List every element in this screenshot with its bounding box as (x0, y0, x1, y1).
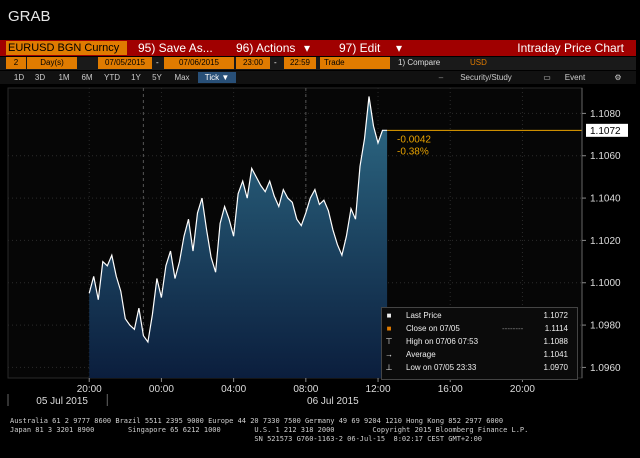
close-swatch-icon: ■ (386, 324, 392, 333)
timeframe-ytd[interactable]: YTD (100, 72, 124, 83)
chart-legend: ■ Last Price 1.1072 ■ Close on 07/05 ---… (381, 307, 578, 380)
legend-close[interactable]: ■ Close on 07/05 -------- 1.1114 (384, 323, 574, 335)
chevron-down-icon: ▾ (304, 41, 311, 55)
date-range-bar (0, 57, 636, 70)
change-absolute: -0.0042 (397, 134, 431, 145)
edit-menu[interactable]: 97) Edit (339, 40, 380, 56)
chevron-down-icon: ▾ (396, 41, 403, 55)
timeframe-6m[interactable]: 6M (77, 72, 97, 83)
x-tick-label: 16:00 (438, 384, 463, 395)
field-select[interactable]: Trade (320, 57, 390, 69)
date-separator: - (156, 58, 159, 67)
legend-high[interactable]: ⊤ High on 07/06 07:53 1.1088 (384, 336, 574, 348)
zoom-out-icon[interactable]: – (436, 72, 446, 83)
x-tick-label: 20:00 (510, 384, 535, 395)
event-icon[interactable]: ▭ (542, 72, 552, 83)
x-axis: 20:00 00:00 04:00 08:00 12:00 16:00 20:0005 Ju… (7, 378, 535, 407)
average-marker-icon: → (385, 350, 393, 359)
x-tick-label: 12:00 (366, 384, 391, 395)
x-tick-label: 08:00 (293, 384, 318, 395)
high-marker-icon: ⊤ (385, 337, 393, 346)
timeframe-3d[interactable]: 3D (31, 72, 49, 83)
security-study-button[interactable]: Security/Study (453, 72, 519, 83)
footer-line: Japan 81 3 3201 8900 Singapore 65 6212 1… (10, 426, 529, 434)
last-price-swatch-icon: ■ (386, 311, 392, 320)
legend-low[interactable]: ⊥ Low on 07/05 23:33 1.0970 (384, 362, 574, 374)
days-input[interactable]: 2 (6, 57, 26, 69)
tick-select[interactable]: Tick ▼ (198, 72, 236, 83)
last-price-tag-label: 1.1072 (590, 126, 621, 137)
start-time-input[interactable]: 23:00 (236, 57, 270, 69)
save-as-button[interactable]: 95) Save As... (138, 40, 213, 56)
start-date-input[interactable]: 07/05/2015 (98, 57, 152, 69)
event-button[interactable]: Event (560, 72, 590, 83)
chart-name: Intraday Price Chart (517, 41, 624, 55)
actions-menu[interactable]: 96) Actions (236, 40, 295, 56)
y-tick-label: 1.1000 (590, 278, 621, 289)
x-tick-label: 20:00 (77, 384, 102, 395)
currency-label: USD (470, 58, 487, 67)
end-date-input[interactable]: 07/06/2015 (164, 57, 234, 69)
settings-icon[interactable]: ⚙ (612, 72, 624, 83)
ticker-field[interactable]: EURUSD BGN Curncy (6, 41, 127, 55)
change-percent: -0.38% (397, 146, 429, 157)
y-tick-label: 1.1080 (590, 109, 621, 120)
x-date-label: 05 Jul 2015 (36, 396, 88, 407)
timeframe-1d[interactable]: 1D (10, 72, 28, 83)
footer-contacts: Australia 61 2 9777 8600 Brazil 5511 239… (10, 417, 528, 444)
footer-line: Australia 61 2 9777 8600 Brazil 5511 239… (10, 417, 504, 425)
y-tick-label: 1.1020 (590, 236, 621, 247)
x-tick-label: 04:00 (221, 384, 246, 395)
footer-line: SN 521573 G760-1163-2 06-Jul-15 8:02:17 … (10, 435, 483, 443)
days-unit-select[interactable]: Day(s) (27, 57, 77, 69)
y-tick-label: 1.0980 (590, 321, 621, 332)
x-date-label: 06 Jul 2015 (307, 396, 359, 407)
compare-button[interactable]: 1) Compare (398, 57, 440, 69)
window-title: GRAB (8, 8, 51, 25)
time-separator: - (274, 58, 277, 67)
timeframe-5y[interactable]: 5Y (148, 72, 166, 83)
y-tick-label: 1.1060 (590, 151, 621, 162)
end-time-input[interactable]: 22:59 (284, 57, 316, 69)
low-marker-icon: ⊥ (385, 363, 393, 372)
timeframe-1y[interactable]: 1Y (127, 72, 145, 83)
legend-last-price[interactable]: ■ Last Price 1.1072 (384, 310, 574, 322)
y-tick-label: 1.0960 (590, 363, 621, 374)
timeframe-1m[interactable]: 1M (54, 72, 74, 83)
y-tick-label: 1.1040 (590, 194, 621, 205)
x-tick-label: 00:00 (149, 384, 174, 395)
legend-average[interactable]: → Average 1.1041 (384, 349, 574, 361)
timeframe-max[interactable]: Max (170, 72, 194, 83)
